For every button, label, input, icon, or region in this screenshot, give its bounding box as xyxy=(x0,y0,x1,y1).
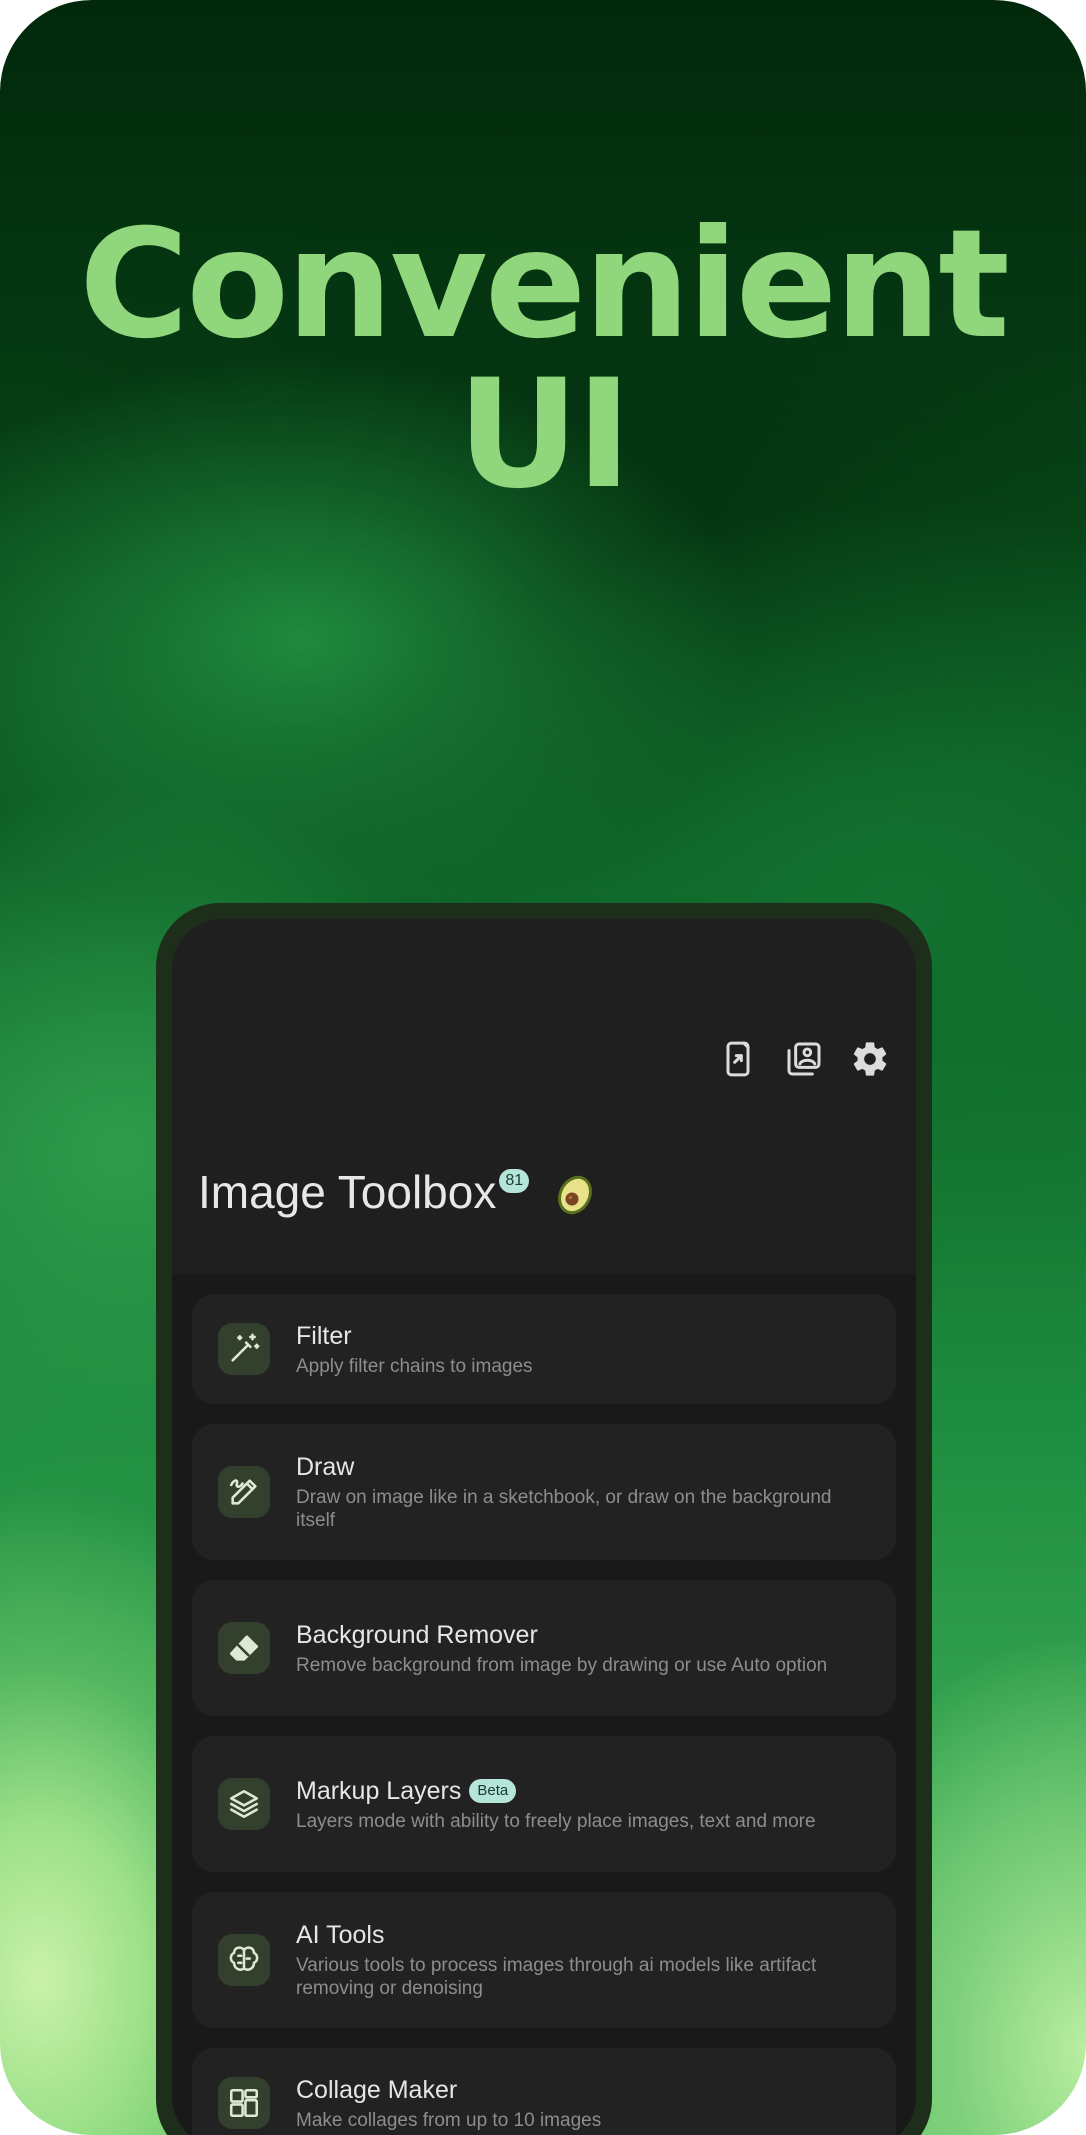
tool-description: Apply filter chains to images xyxy=(296,1355,533,1377)
tool-title: Collage Maker xyxy=(296,2075,458,2104)
tool-text: Filter Apply filter chains to images xyxy=(296,1321,870,1378)
tool-text: Draw Draw on image like in a sketchbook,… xyxy=(296,1452,870,1532)
tool-title-text: Markup Layers xyxy=(296,1776,462,1805)
tool-text: Background Remover Remove background fro… xyxy=(296,1620,870,1677)
image-stack-icon xyxy=(787,1042,821,1076)
collage-grid-icon xyxy=(229,2088,259,2118)
tool-icon-tile xyxy=(218,1934,270,1986)
eraser-icon xyxy=(229,1635,259,1661)
tool-title: Markup Layers Beta xyxy=(296,1776,870,1806)
headline: Convenient UI xyxy=(0,210,1086,510)
share-to-app-button[interactable] xyxy=(716,1037,760,1081)
version-badge: 81 xyxy=(499,1169,530,1193)
headline-line-1: Convenient xyxy=(79,198,1010,372)
avocado-icon xyxy=(558,1175,593,1215)
tool-text: Markup Layers Beta Layers mode with abil… xyxy=(296,1776,870,1833)
tool-card-ai-tools[interactable]: AI Tools Various tools to process images… xyxy=(192,1892,896,2028)
settings-button[interactable] xyxy=(848,1037,892,1081)
tool-card-background-remover[interactable]: Background Remover Remove background fro… xyxy=(192,1580,896,1716)
tool-description: Draw on image like in a sketchbook, or d… xyxy=(296,1487,832,1531)
tool-text: Collage Maker Make collages from up to 1… xyxy=(296,2075,870,2132)
headline-line-2: UI xyxy=(457,348,632,522)
app-screen: Image Toolbox 81 Filter Apply filter cha… xyxy=(172,919,916,2135)
phone-frame: Image Toolbox 81 Filter Apply filter cha… xyxy=(156,903,932,2135)
tool-title: Filter xyxy=(296,1321,352,1350)
brain-icon xyxy=(229,1946,259,1971)
tool-card-markup-layers[interactable]: Markup Layers Beta Layers mode with abil… xyxy=(192,1736,896,1872)
layers-icon xyxy=(229,1789,259,1819)
tool-icon-tile xyxy=(218,2077,270,2129)
tool-card-draw[interactable]: Draw Draw on image like in a sketchbook,… xyxy=(192,1424,896,1560)
image-stack-button[interactable] xyxy=(782,1037,826,1081)
tool-description: Layers mode with ability to freely place… xyxy=(296,1810,816,1832)
tool-card-collage-maker[interactable]: Collage Maker Make collages from up to 1… xyxy=(192,2048,896,2135)
tool-icon-tile xyxy=(218,1622,270,1674)
top-app-bar-actions xyxy=(716,1037,892,1081)
tool-icon-tile xyxy=(218,1778,270,1830)
tool-icon-tile xyxy=(218,1323,270,1375)
beta-badge: Beta xyxy=(469,1778,517,1803)
tools-list[interactable]: Filter Apply filter chains to images Dra… xyxy=(172,1274,916,2135)
tool-title: Background Remover xyxy=(296,1620,538,1649)
tool-text: AI Tools Various tools to process images… xyxy=(296,1920,870,2000)
settings-gear-icon xyxy=(853,1042,887,1076)
magic-wand-icon xyxy=(231,1333,260,1362)
app-title: Image Toolbox 81 xyxy=(198,1167,597,1217)
share-to-app-icon xyxy=(726,1041,750,1077)
tool-description: Make collages from up to 10 images xyxy=(296,2109,602,2131)
app-title-text: Image Toolbox xyxy=(198,1166,497,1218)
pencil-draw-icon xyxy=(229,1479,257,1505)
tool-description: Various tools to process images through … xyxy=(296,1955,817,1999)
tool-title: AI Tools xyxy=(296,1921,385,1949)
tool-icon-tile xyxy=(218,1466,270,1518)
tool-description: Remove background from image by drawing … xyxy=(296,1654,828,1676)
tool-title: Draw xyxy=(296,1453,355,1481)
promo-background: Convenient UI Image Toolbox 81 Filter Ap… xyxy=(0,0,1086,2135)
tool-card-filter[interactable]: Filter Apply filter chains to images xyxy=(192,1294,896,1404)
